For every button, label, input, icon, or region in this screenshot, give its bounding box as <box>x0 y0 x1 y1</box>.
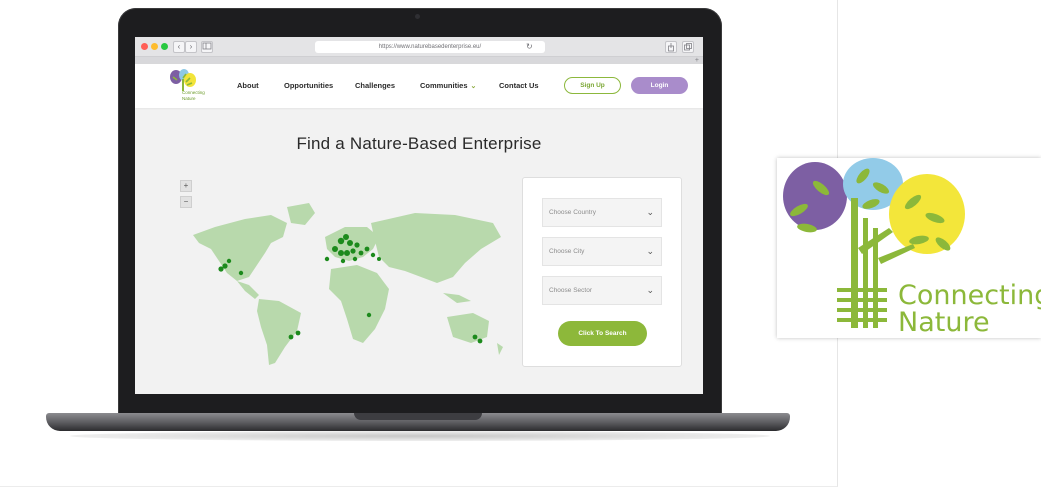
map-marker-icon <box>352 256 358 262</box>
sector-select[interactable]: Choose Sector ⌄ <box>542 276 662 305</box>
map-marker-icon <box>238 270 244 276</box>
chevron-down-icon: ⌄ <box>646 207 654 217</box>
map-marker-icon <box>350 248 356 254</box>
sidebar-icon[interactable] <box>201 41 213 53</box>
map-marker-icon <box>377 257 381 261</box>
tabs-icon[interactable] <box>682 41 694 53</box>
nav-contact-us[interactable]: Contact Us <box>499 81 539 90</box>
login-button[interactable]: Login <box>631 77 688 94</box>
browser-toolbar: ‹ › https://www.naturebasedenterprise.eu… <box>135 37 703 57</box>
map-marker-icon <box>332 246 338 252</box>
map-marker-icon <box>226 258 232 264</box>
city-select-label: Choose City <box>549 248 585 255</box>
search-button[interactable]: Click To Search <box>558 321 647 346</box>
sector-select-label: Choose Sector <box>549 287 592 294</box>
map-marker-icon <box>338 250 344 256</box>
nav-opportunities[interactable]: Opportunities <box>284 81 333 90</box>
tab-strip <box>135 57 703 64</box>
map-marker-icon <box>344 250 350 256</box>
map-marker-icon <box>340 258 346 264</box>
map-marker-icon <box>477 338 483 344</box>
brand-wordmark-line2: Nature <box>898 307 990 338</box>
share-icon[interactable] <box>665 41 677 53</box>
nav-about[interactable]: About <box>237 81 259 90</box>
map-marker-icon <box>295 330 301 336</box>
product-photo: ‹ › https://www.naturebasedenterprise.eu… <box>0 0 1041 487</box>
map-marker-icon <box>347 240 353 246</box>
logo-wordmark-line2: Nature <box>182 96 196 101</box>
address-bar[interactable]: https://www.naturebasedenterprise.eu/ <box>315 41 545 53</box>
site-header: Connecting Nature About Opportunities Ch… <box>135 64 703 108</box>
city-select[interactable]: Choose City ⌄ <box>542 237 662 266</box>
chevron-down-icon: ⌄ <box>470 83 477 90</box>
site-logo[interactable]: Connecting Nature <box>168 69 205 103</box>
search-panel: Choose Country ⌄ Choose City ⌄ Choose Se… <box>522 177 682 367</box>
page-title: Find a Nature-Based Enterprise <box>296 134 542 153</box>
nav-communities-label: Communities <box>420 81 468 90</box>
map-marker-icon <box>370 252 376 258</box>
world-map[interactable] <box>175 197 515 369</box>
map-marker-icon <box>354 242 360 248</box>
connecting-nature-logo: Connecting Nature <box>777 158 1041 338</box>
laptop-notch <box>354 413 482 420</box>
forward-icon[interactable]: › <box>185 41 197 53</box>
laptop-screen: ‹ › https://www.naturebasedenterprise.eu… <box>135 37 703 394</box>
country-select-label: Choose Country <box>549 209 596 216</box>
laptop-shadow <box>70 431 770 441</box>
map-land <box>193 203 503 365</box>
chevron-down-icon: ⌄ <box>646 246 654 256</box>
camera-dot <box>415 14 420 19</box>
minimize-window-button[interactable] <box>151 43 158 50</box>
map-marker-icon <box>358 250 364 256</box>
map-marker-icon <box>366 312 372 318</box>
map-marker-icon <box>222 263 228 269</box>
map-marker-icon <box>337 237 345 245</box>
map-marker-icon <box>324 256 330 262</box>
close-window-button[interactable] <box>141 43 148 50</box>
logo-wordmark-line1: Connecting <box>182 90 205 95</box>
nav-challenges[interactable]: Challenges <box>355 81 395 90</box>
zoom-window-button[interactable] <box>161 43 168 50</box>
map-marker-icon <box>364 246 370 252</box>
tree-logo-icon <box>170 69 196 91</box>
nav-communities[interactable]: Communities ⌄ <box>420 81 476 90</box>
country-select[interactable]: Choose Country ⌄ <box>542 198 662 227</box>
chevron-down-icon: ⌄ <box>646 285 654 295</box>
new-tab-button[interactable]: + <box>695 57 699 64</box>
map-zoom-in-button[interactable]: + <box>180 180 192 192</box>
signup-button[interactable]: Sign Up <box>564 77 621 94</box>
map-marker-icon <box>343 234 349 240</box>
map-marker-icon <box>472 334 478 340</box>
back-icon[interactable]: ‹ <box>173 41 185 53</box>
brand-wordmark-line1: Connecting <box>898 280 1041 311</box>
reload-icon[interactable]: ↻ <box>526 41 533 53</box>
map-marker-icon <box>288 334 294 340</box>
